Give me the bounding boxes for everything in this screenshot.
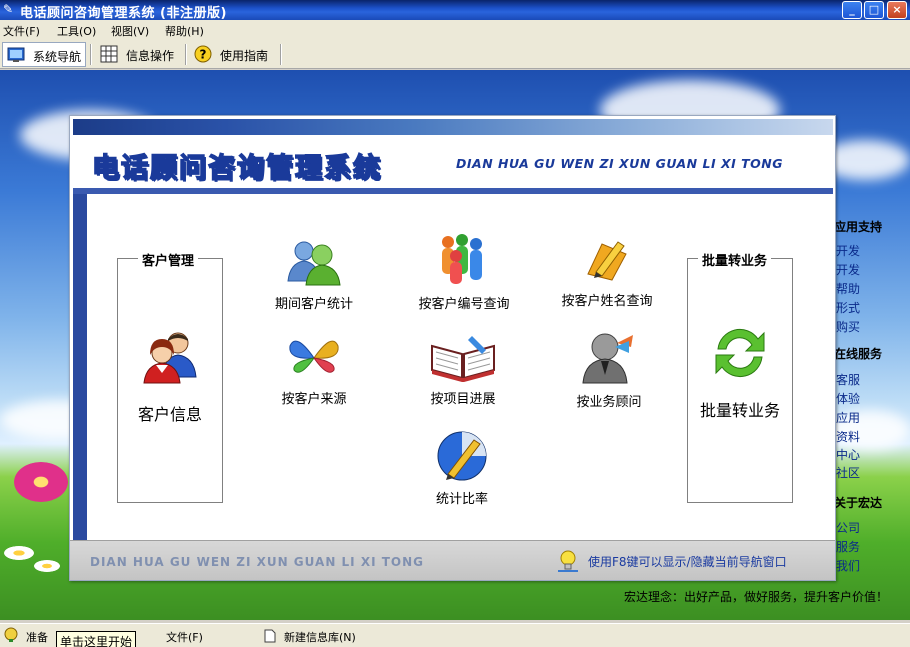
toolbar-separator	[280, 44, 282, 65]
tool-label: 系统导航	[33, 50, 82, 64]
header-stripe	[73, 119, 833, 135]
side-link[interactable]: 公司	[836, 519, 860, 536]
query-by-customer-name-button[interactable]: 按客户姓名查询	[547, 234, 667, 309]
tool-user-guide[interactable]: ? 使用指南	[190, 42, 274, 67]
side-link[interactable]: 开发	[836, 242, 860, 259]
query-by-customer-id-button[interactable]: 按客户编号查询	[399, 232, 529, 312]
function-label: 统计比率	[435, 492, 488, 507]
toolbar: 系统导航 信息操作 ? 使用指南	[0, 40, 910, 69]
side-heading-support: 应用支持	[834, 220, 883, 234]
menu-bar: 文件(F) 工具(O) 视图(V) 帮助(H)	[0, 20, 910, 40]
group-title: 批量转业务	[698, 250, 772, 269]
by-project-progress-button[interactable]: 按项目进展	[403, 332, 523, 407]
menu-tools[interactable]: 工具(O)	[57, 23, 96, 39]
side-link[interactable]: 体验	[836, 390, 860, 407]
status-file[interactable]: 文件(F)	[166, 629, 203, 645]
side-link[interactable]: 中心	[836, 446, 860, 463]
group-customer-management: 客户管理 客户信息	[117, 250, 223, 503]
panel-content: 客户管理 客户信息 期间客户统计 按客户编号查询 按客户姓名查询 按客户来源 按…	[73, 194, 833, 540]
function-label: 按客户来源	[281, 392, 347, 407]
side-link[interactable]: 购买	[836, 318, 860, 335]
group-title: 客户管理	[138, 250, 199, 269]
function-label: 按客户姓名查询	[561, 294, 653, 309]
f8-hint[interactable]: 使用F8键可以显示/隐藏当前导航窗口	[588, 553, 787, 570]
customer-info-button[interactable]: 客户信息	[118, 327, 222, 425]
side-link[interactable]: 资料	[836, 428, 860, 445]
side-link[interactable]: 社区	[836, 464, 860, 481]
by-customer-source-button[interactable]: 按客户来源	[259, 332, 369, 407]
close-button[interactable]: ×	[887, 1, 907, 19]
side-link[interactable]: 形式	[836, 299, 860, 316]
help-icon: ?	[194, 45, 212, 63]
maximize-button[interactable]: □	[864, 1, 884, 19]
navigation-icon	[7, 47, 25, 62]
window-title: 电话顾问咨询管理系统 (非注册版)	[20, 6, 227, 21]
svg-text:?: ?	[200, 48, 207, 62]
refresh-arrows-icon	[715, 329, 765, 377]
group-batch-transfer: 批量转业务 批量转业务	[687, 250, 793, 503]
by-consultant-button[interactable]: 按业务顾问	[559, 329, 659, 410]
minimize-button[interactable]: _	[842, 1, 862, 19]
side-link[interactable]: 客服	[836, 371, 860, 388]
tool-label: 使用指南	[220, 49, 269, 63]
customer-info-label: 客户信息	[137, 405, 202, 424]
users-stats-icon	[287, 241, 341, 286]
app-icon: ✎	[3, 2, 14, 16]
status-icon	[4, 627, 18, 642]
panel-footer: DIAN HUA GU WEN ZI XUN GUAN LI XI TONG 使…	[70, 540, 835, 580]
batch-transfer-label: 批量转业务	[699, 401, 780, 420]
users-group-icon	[442, 234, 482, 284]
start-tooltip: 单击这里开始	[56, 631, 137, 647]
title-bar: ✎ 电话顾问咨询管理系统 (非注册版) _ □ ×	[0, 0, 910, 21]
function-label: 按项目进展	[430, 392, 496, 407]
status-new-db[interactable]: 新建信息库(N)	[284, 629, 356, 645]
open-book-icon	[431, 336, 495, 382]
butterfly-icon	[289, 340, 339, 373]
function-label: 按客户编号查询	[418, 297, 510, 312]
pen-ratio-icon	[437, 431, 487, 481]
footer-subtitle: DIAN HUA GU WEN ZI XUN GUAN LI XI TONG	[90, 555, 424, 569]
grid-icon	[100, 45, 118, 63]
side-link[interactable]: 帮助	[836, 280, 860, 297]
stats-ratio-button[interactable]: 统计比率	[412, 430, 512, 507]
side-link[interactable]: 应用	[836, 409, 860, 426]
side-heading-service: 在线服务	[834, 347, 883, 361]
pink-flower	[14, 462, 68, 502]
company-motto: 宏达理念：出好产品，做好服务，提升客户价值！	[624, 590, 889, 604]
side-link[interactable]: 开发	[836, 261, 860, 278]
side-link[interactable]: 我们	[836, 557, 860, 574]
toolbar-separator	[90, 44, 92, 65]
period-customer-stats-button[interactable]: 期间客户统计	[259, 237, 369, 312]
tool-system-navigation[interactable]: 系统导航	[2, 42, 86, 67]
function-label: 期间客户统计	[274, 297, 353, 312]
side-heading-about: 关于宏达	[834, 496, 883, 510]
pencil-folder-icon	[587, 241, 627, 281]
panel-title: 电话顾问咨询管理系统	[91, 152, 382, 185]
status-bar: 准备 文件(F) 新建信息库(N)	[0, 623, 910, 647]
panel-subtitle: DIAN HUA GU WEN ZI XUN GUAN LI XI TONG	[456, 156, 783, 171]
consultant-icon	[582, 333, 633, 384]
function-label: 按业务顾问	[576, 395, 642, 410]
batch-transfer-button[interactable]: 批量转业务	[688, 321, 792, 421]
lightbulb-icon	[558, 550, 578, 572]
navigation-panel: 电话顾问咨询管理系统 DIAN HUA GU WEN ZI XUN GUAN L…	[69, 115, 836, 581]
tool-label: 信息操作	[126, 49, 175, 63]
tool-info-operation[interactable]: 信息操作	[96, 42, 180, 67]
menu-view[interactable]: 视图(V)	[111, 23, 149, 39]
side-link[interactable]: 服务	[836, 538, 860, 555]
customer-pair-icon	[143, 332, 197, 384]
menu-file[interactable]: 文件(F)	[3, 23, 40, 39]
toolbar-separator	[185, 44, 187, 65]
menu-help[interactable]: 帮助(H)	[165, 23, 204, 39]
new-file-icon	[264, 629, 276, 643]
status-ready: 准备	[26, 631, 48, 644]
